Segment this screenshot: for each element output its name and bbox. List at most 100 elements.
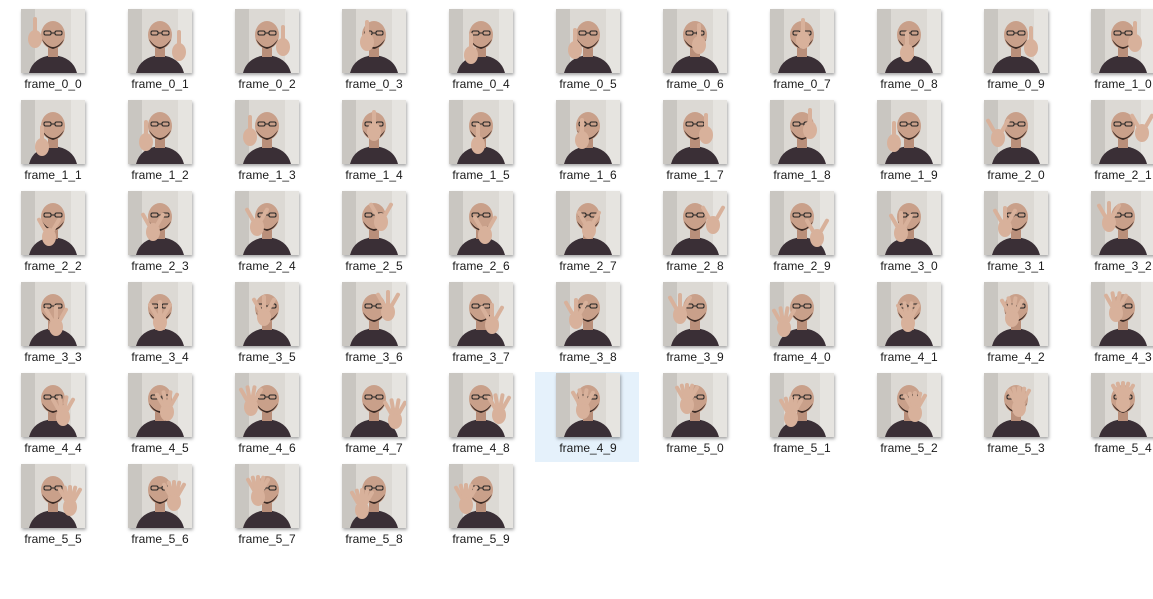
- file-item[interactable]: frame_2_4: [214, 190, 318, 280]
- file-item[interactable]: frame_5_4: [1070, 372, 1153, 462]
- file-item[interactable]: frame_2_1: [1070, 99, 1153, 189]
- file-item[interactable]: frame_0_1: [107, 8, 211, 98]
- image-thumbnail-icon: [21, 191, 85, 255]
- file-name-label: frame_0_2: [238, 77, 296, 91]
- file-item[interactable]: frame_5_9: [428, 463, 532, 553]
- file-item[interactable]: frame_5_8: [321, 463, 425, 553]
- file-name-label: frame_0_4: [452, 77, 510, 91]
- file-item[interactable]: frame_5_3: [963, 372, 1067, 462]
- image-thumbnail-icon: [556, 191, 620, 255]
- file-item[interactable]: frame_2_3: [107, 190, 211, 280]
- file-item[interactable]: frame_4_1: [856, 281, 960, 371]
- image-thumbnail-icon: [556, 373, 620, 437]
- file-item[interactable]: frame_1_6: [535, 99, 639, 189]
- file-item[interactable]: frame_2_7: [535, 190, 639, 280]
- file-item[interactable]: frame_3_0: [856, 190, 960, 280]
- file-item[interactable]: frame_3_1: [963, 190, 1067, 280]
- file-item[interactable]: frame_3_6: [321, 281, 425, 371]
- file-item[interactable]: frame_0_3: [321, 8, 425, 98]
- file-name-label: frame_1_3: [238, 168, 296, 182]
- file-name-label: frame_1_4: [345, 168, 403, 182]
- file-name-label: frame_3_7: [452, 350, 510, 364]
- file-item[interactable]: frame_4_4: [0, 372, 104, 462]
- file-item[interactable]: frame_1_7: [642, 99, 746, 189]
- file-name-label: frame_0_8: [880, 77, 938, 91]
- file-name-label: frame_4_3: [1094, 350, 1152, 364]
- file-item[interactable]: frame_0_9: [963, 8, 1067, 98]
- file-name-label: frame_5_6: [131, 532, 189, 546]
- file-item[interactable]: frame_4_8: [428, 372, 532, 462]
- file-name-label: frame_2_5: [345, 259, 403, 273]
- file-item[interactable]: frame_0_2: [214, 8, 318, 98]
- file-item[interactable]: frame_5_6: [107, 463, 211, 553]
- file-name-label: frame_1_2: [131, 168, 189, 182]
- file-item[interactable]: frame_0_4: [428, 8, 532, 98]
- file-item[interactable]: frame_4_5: [107, 372, 211, 462]
- file-name-label: frame_0_0: [24, 77, 82, 91]
- file-item[interactable]: frame_5_7: [214, 463, 318, 553]
- file-item[interactable]: frame_2_5: [321, 190, 425, 280]
- file-name-label: frame_5_9: [452, 532, 510, 546]
- file-name-label: frame_3_6: [345, 350, 403, 364]
- image-thumbnail-icon: [128, 464, 192, 528]
- file-item[interactable]: frame_1_3: [214, 99, 318, 189]
- file-item[interactable]: frame_4_2: [963, 281, 1067, 371]
- file-item[interactable]: frame_3_7: [428, 281, 532, 371]
- file-name-label: frame_3_9: [666, 350, 724, 364]
- file-item[interactable]: frame_0_8: [856, 8, 960, 98]
- file-item[interactable]: frame_5_1: [749, 372, 853, 462]
- file-name-label: frame_0_6: [666, 77, 724, 91]
- image-thumbnail-icon: [1091, 373, 1153, 437]
- file-item[interactable]: frame_2_2: [0, 190, 104, 280]
- image-thumbnail-icon: [770, 100, 834, 164]
- file-item[interactable]: frame_3_3: [0, 281, 104, 371]
- image-thumbnail-icon: [770, 191, 834, 255]
- image-thumbnail-icon: [449, 464, 513, 528]
- file-item[interactable]: frame_1_4: [321, 99, 425, 189]
- file-item[interactable]: frame_3_8: [535, 281, 639, 371]
- file-name-label: frame_3_4: [131, 350, 189, 364]
- file-name-label: frame_1_9: [880, 168, 938, 182]
- file-item[interactable]: frame_4_9: [535, 372, 639, 462]
- file-item[interactable]: frame_2_6: [428, 190, 532, 280]
- file-item[interactable]: frame_5_5: [0, 463, 104, 553]
- file-name-label: frame_3_3: [24, 350, 82, 364]
- file-item[interactable]: frame_1_9: [856, 99, 960, 189]
- image-thumbnail-icon: [449, 282, 513, 346]
- file-item[interactable]: frame_3_4: [107, 281, 211, 371]
- file-name-label: frame_1_0: [1094, 77, 1152, 91]
- image-thumbnail-icon: [128, 373, 192, 437]
- file-item[interactable]: frame_5_0: [642, 372, 746, 462]
- file-name-label: frame_4_2: [987, 350, 1045, 364]
- file-item[interactable]: frame_3_5: [214, 281, 318, 371]
- file-item[interactable]: frame_0_0: [0, 8, 104, 98]
- file-name-label: frame_2_1: [1094, 168, 1152, 182]
- file-item[interactable]: frame_3_2: [1070, 190, 1153, 280]
- file-name-label: frame_2_0: [987, 168, 1045, 182]
- image-thumbnail-icon: [235, 282, 299, 346]
- file-item[interactable]: frame_0_6: [642, 8, 746, 98]
- file-item[interactable]: frame_1_1: [0, 99, 104, 189]
- file-item[interactable]: frame_5_2: [856, 372, 960, 462]
- image-thumbnail-icon: [342, 464, 406, 528]
- file-item[interactable]: frame_4_6: [214, 372, 318, 462]
- file-name-label: frame_0_1: [131, 77, 189, 91]
- file-item[interactable]: frame_2_0: [963, 99, 1067, 189]
- file-item[interactable]: frame_3_9: [642, 281, 746, 371]
- file-name-label: frame_5_7: [238, 532, 296, 546]
- file-item[interactable]: frame_1_2: [107, 99, 211, 189]
- image-thumbnail-icon: [1091, 282, 1153, 346]
- image-thumbnail-icon: [235, 464, 299, 528]
- file-name-label: frame_5_4: [1094, 441, 1152, 455]
- file-item[interactable]: frame_4_3: [1070, 281, 1153, 371]
- file-name-label: frame_3_1: [987, 259, 1045, 273]
- file-item[interactable]: frame_1_5: [428, 99, 532, 189]
- file-item[interactable]: frame_1_0: [1070, 8, 1153, 98]
- file-item[interactable]: frame_1_8: [749, 99, 853, 189]
- file-item[interactable]: frame_0_7: [749, 8, 853, 98]
- file-item[interactable]: frame_2_8: [642, 190, 746, 280]
- file-item[interactable]: frame_4_7: [321, 372, 425, 462]
- file-item[interactable]: frame_0_5: [535, 8, 639, 98]
- file-item[interactable]: frame_4_0: [749, 281, 853, 371]
- file-item[interactable]: frame_2_9: [749, 190, 853, 280]
